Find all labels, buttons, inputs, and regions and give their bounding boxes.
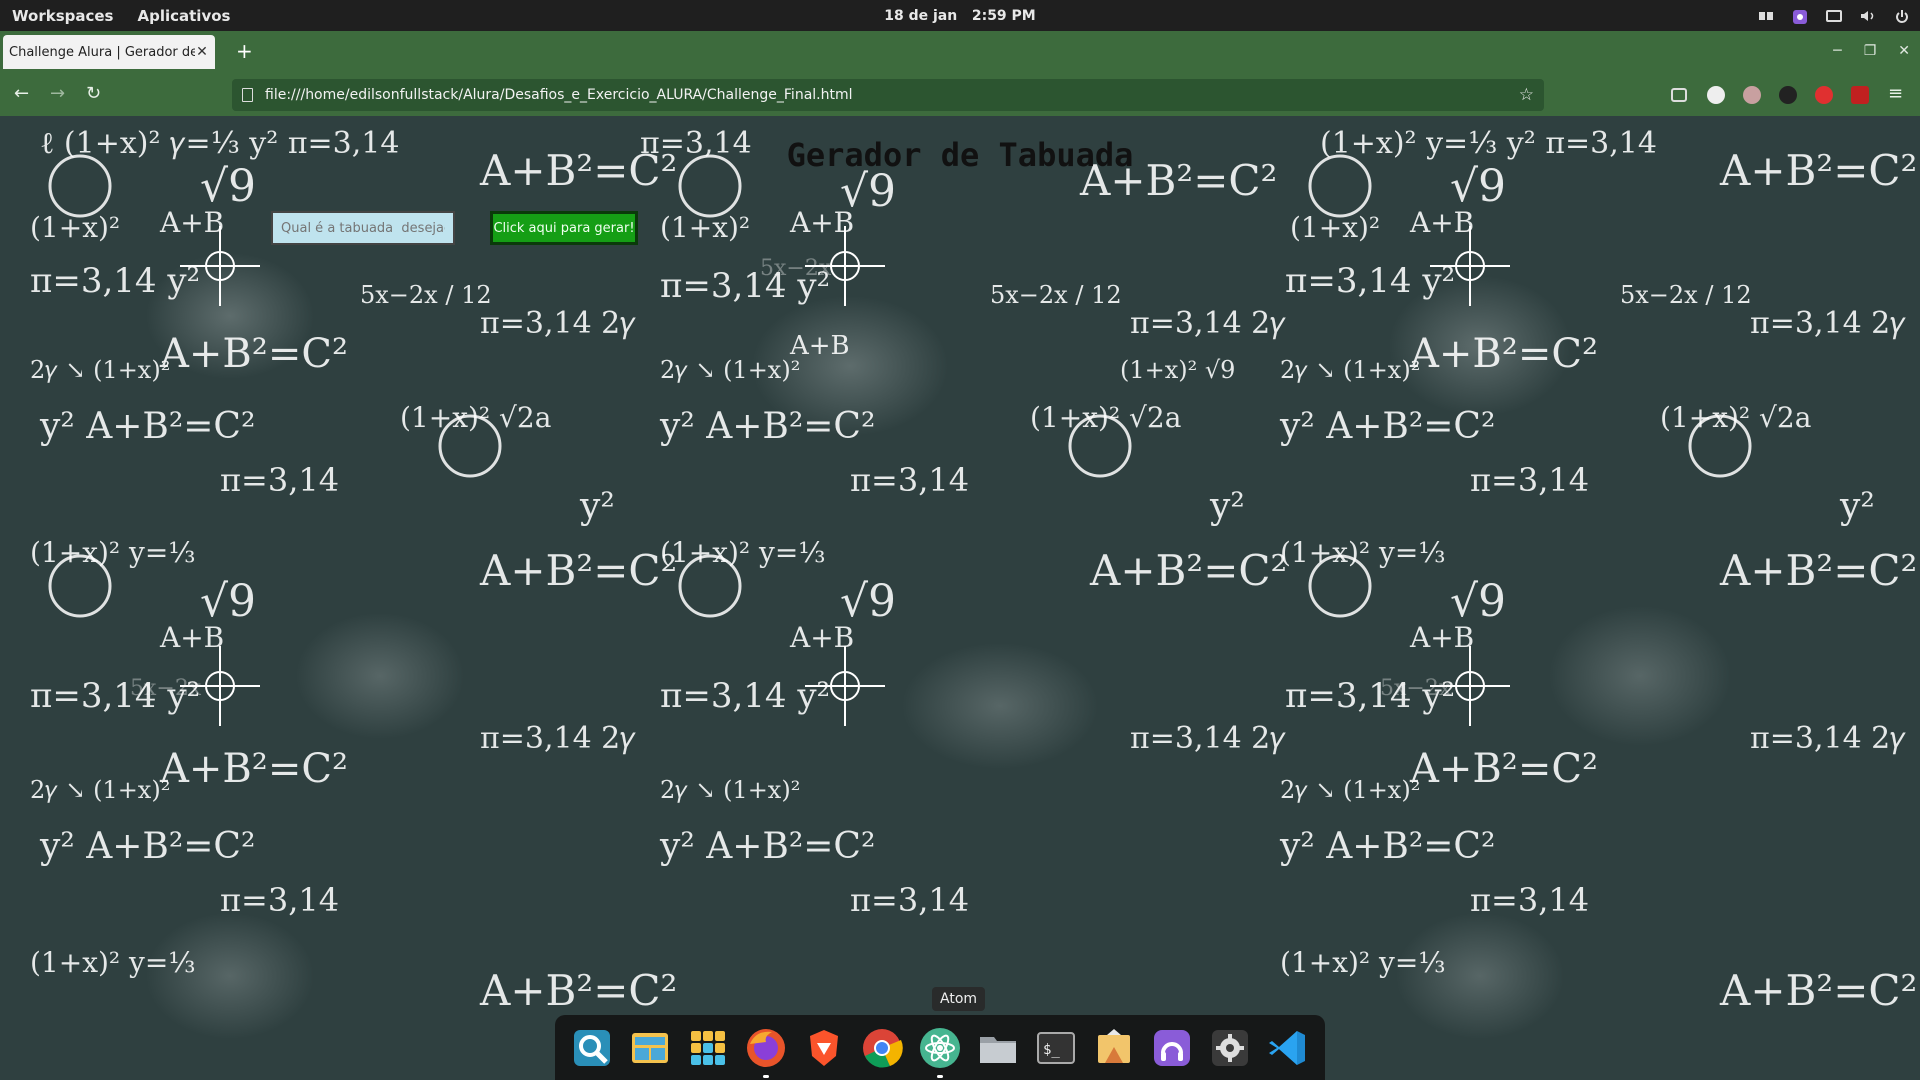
podcast-app-icon[interactable] xyxy=(1148,1024,1196,1072)
clock-time: 2:59 PM xyxy=(971,7,1036,24)
volume-icon[interactable] xyxy=(1860,9,1876,23)
app-grid-icon[interactable] xyxy=(684,1024,732,1072)
page-document-icon xyxy=(242,88,253,102)
menu-icon[interactable]: ≡ xyxy=(1888,85,1903,103)
bookmark-star-icon[interactable]: ☆ xyxy=(1519,85,1534,105)
svg-text:$_: $_ xyxy=(1043,1042,1060,1058)
workspaces-button[interactable]: Workspaces xyxy=(12,7,113,25)
browser-tab-strip: Challenge Alura | Gerador de Tabuada ✕ +… xyxy=(0,31,1920,74)
applications-button[interactable]: Aplicativos xyxy=(137,7,230,25)
podcast-tray-icon[interactable] xyxy=(1792,9,1808,24)
clock[interactable]: 18 de jan 2:59 PM xyxy=(884,8,1035,24)
file-manager-app-icon[interactable] xyxy=(626,1024,674,1072)
pocket-icon[interactable] xyxy=(1671,88,1687,102)
extension-e-icon[interactable] xyxy=(1707,86,1725,104)
browser-tab[interactable]: Challenge Alura | Gerador de Tabuada ✕ xyxy=(3,35,215,69)
display-icon[interactable] xyxy=(1826,9,1842,23)
browser-nav-bar: ← → ↻ file:///home/edilsonfullstack/Alur… xyxy=(0,74,1920,116)
window-tiling-icon[interactable] xyxy=(1758,9,1774,23)
extension-clip-icon[interactable] xyxy=(1851,86,1869,104)
new-tab-button[interactable]: + xyxy=(236,41,253,61)
forward-icon[interactable]: → xyxy=(50,85,65,103)
dock: $_ xyxy=(555,1015,1325,1080)
reload-icon[interactable]: ↻ xyxy=(86,85,101,103)
installer-app-icon[interactable] xyxy=(1090,1024,1138,1072)
tabuada-number-input[interactable] xyxy=(271,211,455,245)
extension-bird-icon[interactable] xyxy=(1779,86,1797,104)
restore-icon[interactable]: ❐ xyxy=(1864,43,1877,59)
files-app-icon[interactable] xyxy=(974,1024,1022,1072)
close-tab-icon[interactable]: ✕ xyxy=(195,44,209,60)
extension-red-icon[interactable] xyxy=(1815,86,1833,104)
settings-app-icon[interactable] xyxy=(1206,1024,1254,1072)
firefox-app-icon[interactable] xyxy=(742,1024,790,1078)
vscode-app-icon[interactable] xyxy=(1264,1024,1312,1072)
tab-title: Challenge Alura | Gerador de Tabuada xyxy=(9,44,195,60)
search-app-icon[interactable] xyxy=(568,1024,616,1072)
system-top-bar: Workspaces Aplicativos 18 de jan 2:59 PM xyxy=(0,0,1920,31)
power-icon[interactable] xyxy=(1894,9,1910,23)
chrome-app-icon[interactable] xyxy=(858,1024,906,1072)
minimize-icon[interactable]: ─ xyxy=(1833,43,1841,59)
url-text[interactable]: file:///home/edilsonfullstack/Alura/Desa… xyxy=(265,87,853,103)
brave-app-icon[interactable] xyxy=(800,1024,848,1072)
terminal-app-icon[interactable]: $_ xyxy=(1032,1024,1080,1072)
back-icon[interactable]: ← xyxy=(14,85,29,103)
clock-date: 18 de jan xyxy=(884,7,958,24)
page-content: ℓ (1+x)² 𝛾=⅓ y² π=3,14 π=3,14 (1+x)² y=⅓… xyxy=(0,116,1920,1080)
address-bar[interactable]: file:///home/edilsonfullstack/Alura/Desa… xyxy=(232,79,1544,111)
page-title: Gerador de Tabuada xyxy=(786,136,1134,174)
generate-button[interactable]: Click aqui para gerar! xyxy=(490,211,638,245)
close-window-icon[interactable]: ✕ xyxy=(1898,43,1910,59)
extension-mask-icon[interactable] xyxy=(1743,86,1761,104)
dock-tooltip: Atom xyxy=(932,987,986,1011)
atom-app-icon[interactable] xyxy=(916,1024,964,1078)
